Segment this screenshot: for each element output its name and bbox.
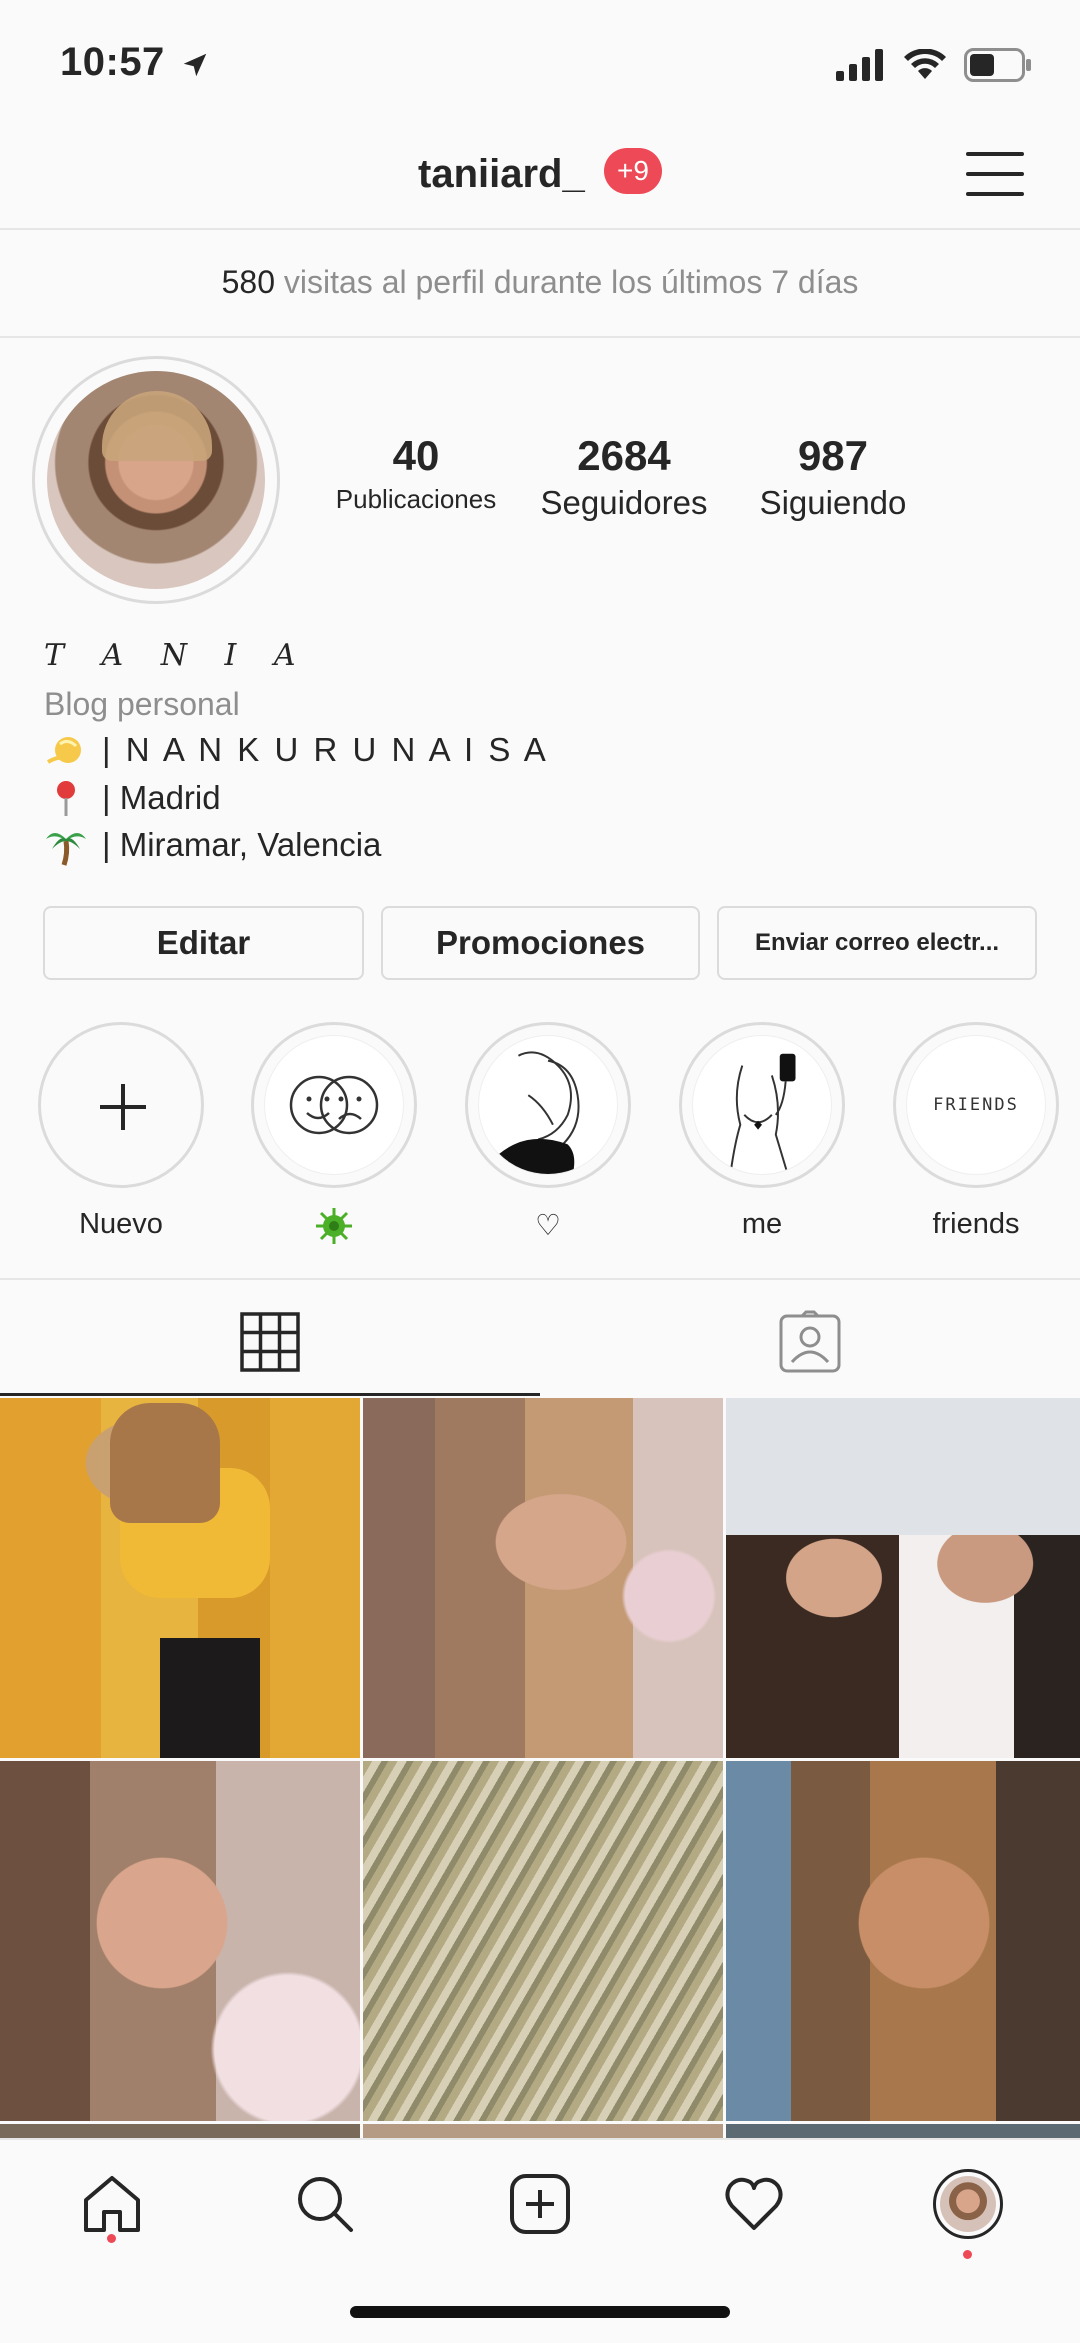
highlight-new[interactable]: Nuevo [37, 1022, 205, 1242]
profile-category: Blog personal [44, 686, 240, 722]
heart-icon [725, 2177, 783, 2230]
bio-line: | N A N K U R U N A I S A [44, 728, 549, 772]
sparkle-emoji-icon [46, 737, 81, 764]
wifi-icon [904, 49, 946, 79]
promotions-button[interactable]: Promociones [381, 906, 700, 980]
email-button[interactable]: Enviar correo electr... [717, 906, 1037, 980]
highlight-cover: FRIENDS [906, 1035, 1046, 1175]
nav-new-post[interactable] [500, 2164, 580, 2244]
bio-text: | Miramar, Valencia [102, 826, 382, 863]
post-thumbnail[interactable] [363, 1761, 723, 2121]
highlight-label: ♡ [535, 1210, 561, 1242]
highlight-label: Nuevo [79, 1208, 163, 1240]
highlight-heart[interactable]: ♡ [464, 1022, 632, 1243]
highlight-circle: FRIENDS [893, 1022, 1059, 1188]
posts-count: 40 [392, 432, 440, 479]
status-time: 10:57 [60, 40, 165, 84]
grid-icon[interactable] [240, 1312, 300, 1372]
post-thumbnail[interactable] [0, 1761, 360, 2121]
profile-header: taniiard_ +9 [0, 130, 1080, 230]
add-post-icon [510, 2174, 570, 2234]
avatar [47, 371, 265, 589]
profile-activity-dot [963, 2250, 972, 2259]
profile-tabs [0, 1278, 1080, 1396]
post-thumbnail[interactable] [363, 1398, 723, 1758]
profile-name: T A N I A [44, 638, 310, 673]
notification-badge[interactable]: +9 [604, 148, 662, 194]
highlight-circle [679, 1022, 845, 1188]
nav-profile[interactable] [928, 2164, 1008, 2244]
palm-tree-emoji-icon [46, 833, 86, 866]
following-count: 987 [797, 432, 869, 479]
nav-home[interactable] [72, 2164, 152, 2244]
home-icon [84, 2176, 140, 2232]
highlight-circle [465, 1022, 631, 1188]
location-arrow-icon [183, 53, 207, 77]
posts-grid [0, 1398, 1080, 2144]
smiley-faces-icon [289, 1075, 379, 1135]
followers-label: Seguidores [540, 484, 708, 521]
highlight-faces[interactable] [250, 1022, 418, 1246]
highlight-circle [251, 1022, 417, 1188]
signal-icon [836, 49, 883, 81]
visits-text: visitas al perfil durante los últimos 7 … [283, 264, 859, 300]
bio-text: | N A N K U R U N A I S A [102, 731, 549, 768]
highlight-cover [264, 1035, 404, 1175]
post-thumbnail[interactable] [726, 1761, 1080, 2121]
profile-avatar-small [933, 2169, 1003, 2239]
highlight-circle [38, 1022, 204, 1188]
bio-line: | Madrid [44, 776, 221, 820]
selfie-illustration-icon [729, 1053, 796, 1174]
highlight-friends[interactable]: FRIENDS friends [892, 1022, 1060, 1242]
visits-count: 580 [221, 264, 275, 300]
search-icon [298, 2177, 353, 2232]
profile-avatar[interactable] [32, 356, 280, 604]
nav-activity[interactable] [714, 2164, 794, 2244]
virus-emoji-icon [316, 1208, 352, 1244]
home-activity-dot [107, 2234, 116, 2243]
highlight-cover-text: FRIENDS [933, 1095, 1019, 1115]
tagged-icon[interactable] [778, 1310, 842, 1374]
bio-line: | Miramar, Valencia [44, 823, 381, 867]
menu-icon[interactable] [966, 148, 1024, 200]
stat-following[interactable]: 987 Siguiendo [738, 432, 928, 522]
plus-icon [100, 1084, 146, 1130]
highlight-cover [478, 1035, 618, 1175]
following-label: Siguiendo [759, 484, 907, 521]
stat-posts[interactable]: 40 Publicaciones [318, 432, 514, 515]
stat-followers[interactable]: 2684 Seguidores [526, 432, 722, 522]
highlight-label: friends [932, 1208, 1020, 1240]
profile-visits-banner[interactable]: 580 visitas al perfil durante los último… [0, 232, 1080, 338]
posts-label: Publicaciones [335, 484, 497, 514]
couple-illustration-icon [498, 1051, 580, 1174]
highlight-me[interactable]: me [678, 1022, 846, 1242]
edit-profile-button[interactable]: Editar [43, 906, 364, 980]
active-tab-indicator [0, 1393, 540, 1396]
bio-text: | Madrid [102, 779, 221, 816]
pin-emoji-icon [57, 781, 75, 816]
status-indicators [836, 48, 1032, 82]
username-switcher[interactable]: taniiard_ [418, 152, 585, 197]
post-thumbnail[interactable] [0, 1398, 360, 1758]
highlight-cover [692, 1035, 832, 1175]
followers-count: 2684 [577, 432, 671, 479]
post-thumbnail[interactable] [726, 1398, 1080, 1758]
battery-icon [964, 48, 1031, 82]
status-bar: 10:57 [0, 0, 1080, 130]
highlight-label: me [741, 1208, 783, 1240]
nav-search[interactable] [285, 2164, 365, 2244]
home-indicator [350, 2306, 730, 2318]
